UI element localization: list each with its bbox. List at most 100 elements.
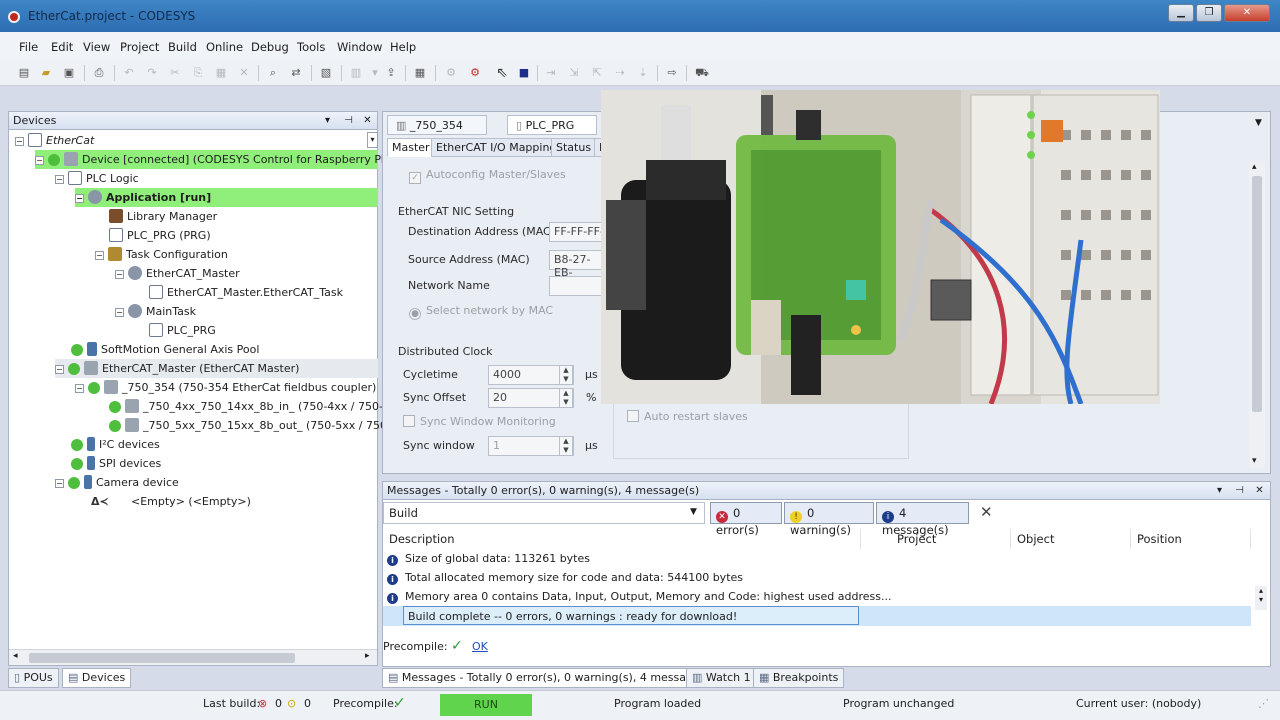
menu-help[interactable]: Help <box>390 40 416 54</box>
step-into-icon[interactable]: ⇲ <box>566 65 582 81</box>
network-name-field[interactable] <box>549 276 609 296</box>
tree-item-output-module[interactable]: _750_5xx_750_15xx_8b_out_ (750-5xx / 750… <box>109 416 398 435</box>
menu-file[interactable]: File <box>19 40 38 54</box>
export-icon[interactable]: ⇪ <box>383 65 399 81</box>
tab-master[interactable]: Master <box>387 138 435 157</box>
message-row[interactable]: i Memory area 0 contains Data, Input, Out… <box>387 587 891 606</box>
pin-icon[interactable]: ⊣ <box>342 114 355 127</box>
menu-project[interactable]: Project <box>120 40 159 54</box>
minimize-button[interactable]: ▁ <box>1168 4 1194 22</box>
message-category-select[interactable]: Build ▼ <box>383 502 705 524</box>
pane-close-icon[interactable]: ✕ <box>361 114 374 127</box>
paste-icon[interactable]: ▦ <box>213 65 229 81</box>
pane-close-icon[interactable]: ✕ <box>1253 484 1266 497</box>
message-row[interactable]: i Size of global data: 113261 bytes <box>387 549 590 568</box>
clear-messages-icon[interactable]: ✕ <box>980 503 993 521</box>
message-row-selected[interactable]: Build complete -- 0 errors, 0 warnings :… <box>403 606 859 625</box>
sync-offset-spinner-icon[interactable]: ▲ ▼ <box>559 388 573 408</box>
next-icon[interactable]: ⇨ <box>664 65 680 81</box>
select-all-icon[interactable]: ▥ <box>348 65 364 81</box>
warnings-filter-button[interactable]: ! 0 warning(s) <box>784 502 874 537</box>
pane-menu-icon[interactable]: ▾ <box>1213 484 1226 497</box>
tree-item-task-configuration[interactable]: − Task Configuration <box>95 245 228 264</box>
tree-item-project[interactable]: − EtherCat <box>15 131 94 150</box>
tab-ethercat-io-mapping[interactable]: EtherCAT I/O Mapping <box>431 138 562 157</box>
source-address-field[interactable]: B8-27-EB- <box>549 250 609 279</box>
pin-icon[interactable]: ⊣ <box>1233 484 1246 497</box>
tree-item-plc-logic[interactable]: − PLC Logic <box>55 169 139 188</box>
undo-icon[interactable]: ↶ <box>121 65 137 81</box>
column-description[interactable]: Description <box>383 529 861 549</box>
save-icon[interactable]: ▣ <box>61 65 77 81</box>
tree-horizontal-scrollbar[interactable]: ◂ ▸ <box>9 649 377 665</box>
logout-icon[interactable]: ⚙ <box>467 65 483 81</box>
column-position[interactable]: Position <box>1131 529 1251 549</box>
scroll-up-icon[interactable]: ▴ <box>1252 162 1257 172</box>
pane-menu-icon[interactable]: ▾ <box>321 114 334 127</box>
find-icon[interactable]: ⌕ <box>265 65 281 81</box>
scrollbar-thumb[interactable] <box>1252 176 1262 412</box>
step-out-icon[interactable]: ⇱ <box>589 65 605 81</box>
tree-item-plc-prg[interactable]: PLC_PRG (PRG) <box>109 226 211 245</box>
cart-icon[interactable]: ⛟ <box>694 65 710 81</box>
tab-pous[interactable]: ▯ POUs <box>8 668 59 688</box>
resize-grip-icon[interactable]: ⋰ <box>1258 697 1269 710</box>
tree-item-library-manager[interactable]: Library Manager <box>109 207 217 226</box>
autoconfig-checkbox[interactable]: ✓ Autoconfig Master/Slaves <box>409 168 566 184</box>
tab-status[interactable]: Status <box>551 138 597 157</box>
tree-item-empty-slot[interactable]: Δ≺ <Empty> (<Empty>) <box>91 492 251 511</box>
tree-item-ethercat-task-call[interactable]: EtherCAT_Master.EtherCAT_Task <box>149 283 343 302</box>
redo-icon[interactable]: ↷ <box>144 65 160 81</box>
menu-debug[interactable]: Debug <box>251 40 289 54</box>
menu-window[interactable]: Window <box>337 40 382 54</box>
tree-item-camera-device[interactable]: − Camera device <box>55 473 179 492</box>
open-project-icon[interactable]: ▰ <box>38 65 54 81</box>
tree-item-i2c-devices[interactable]: I²C devices <box>71 435 160 454</box>
precompile-ok-link[interactable]: OK <box>472 640 488 653</box>
step-over-icon[interactable]: ⇥ <box>543 65 559 81</box>
dropdown-arrow-icon[interactable]: ▾ <box>367 65 383 81</box>
tab-watch-1[interactable]: ▥ Watch 1 <box>686 668 757 688</box>
menu-build[interactable]: Build <box>168 40 197 54</box>
sync-window-spinner-icon[interactable]: ▲ ▼ <box>559 436 573 456</box>
tree-item-coupler[interactable]: − _750_354 (750-354 EtherCat fieldbus cou… <box>75 378 376 397</box>
close-button[interactable]: ✕ <box>1224 4 1270 22</box>
sync-window-monitoring-checkbox[interactable]: Sync Window Monitoring <box>403 415 556 428</box>
tree-item-softmotion[interactable]: SoftMotion General Axis Pool <box>71 340 259 359</box>
tab-breakpoints[interactable]: ▦ Breakpoints <box>753 668 845 688</box>
tab-devices[interactable]: ▤ Devices <box>62 668 132 688</box>
scroll-left-icon[interactable]: ◂ <box>13 651 18 661</box>
scroll-down-icon[interactable]: ▾ <box>1252 456 1257 466</box>
select-network-by-mac-radio[interactable]: ● Select network by MAC <box>409 304 553 320</box>
tree-item-ethercat-master-task[interactable]: − EtherCAT_Master <box>115 264 240 283</box>
login-icon[interactable]: ⚙ <box>443 65 459 81</box>
tree-item-maintask-plc-prg[interactable]: PLC_PRG <box>149 321 216 340</box>
run-to-cursor-icon[interactable]: ⇣ <box>635 65 651 81</box>
doc-tab-750-354[interactable]: ▥ _750_354 <box>387 115 487 135</box>
column-project[interactable]: Project <box>891 529 1011 549</box>
copy-icon[interactable]: ⎘ <box>190 65 206 81</box>
tree-item-maintask[interactable]: − MainTask <box>115 302 196 321</box>
messages-filter-button[interactable]: i4 message(s) <box>876 502 969 537</box>
build-icon[interactable]: ▦ <box>412 65 428 81</box>
editor-vertical-scrollbar[interactable]: ▴ ▾ <box>1249 162 1265 468</box>
print-icon[interactable]: ⎙ <box>91 65 107 81</box>
object-icon[interactable]: ▧ <box>318 65 334 81</box>
doc-tab-plc-prg[interactable]: ▯ PLC_PRG <box>507 115 597 135</box>
tree-item-spi-devices[interactable]: SPI devices <box>71 454 161 473</box>
doc-tab-list-icon[interactable]: ▼ <box>1255 118 1262 128</box>
cut-icon[interactable]: ✂ <box>167 65 183 81</box>
tree-scroll-up-icon[interactable]: ▾ <box>367 132 378 148</box>
auto-restart-slaves-checkbox[interactable]: Auto restart slaves <box>627 410 748 423</box>
tree-item-application[interactable]: − Application [run] <box>75 188 378 207</box>
maximize-button[interactable]: ❐ <box>1196 4 1222 22</box>
messages-scrollbar[interactable]: ▴ ▾ <box>1255 586 1267 610</box>
tree-item-ethercat-master[interactable]: − EtherCAT_Master (EtherCAT Master) <box>55 359 378 378</box>
tree-item-input-module[interactable]: _750_4xx_750_14xx_8b_in_ (750-4xx / 750-… <box>109 397 397 416</box>
menu-tools[interactable]: Tools <box>297 40 325 54</box>
scroll-right-icon[interactable]: ▸ <box>365 651 370 661</box>
menu-view[interactable]: View <box>83 40 110 54</box>
replace-icon[interactable]: ⇄ <box>288 65 304 81</box>
destination-address-field[interactable]: FF-FF-FF- <box>549 222 609 242</box>
cycletime-spinner-icon[interactable]: ▲ ▼ <box>559 365 573 385</box>
